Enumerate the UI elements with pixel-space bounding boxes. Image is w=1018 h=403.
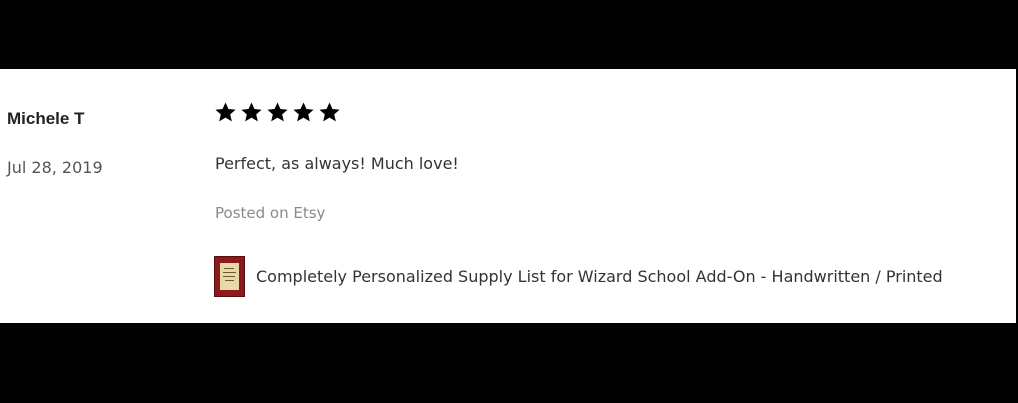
star-icon (240, 101, 263, 124)
review-date: Jul 28, 2019 (7, 158, 103, 177)
product-thumbnail[interactable] (214, 256, 245, 297)
star-icon (318, 101, 341, 124)
product-thumbnail-paper (220, 263, 239, 290)
reviewer-name: Michele T (7, 109, 85, 128)
star-icon (214, 101, 237, 124)
star-rating (214, 101, 341, 124)
product-link[interactable]: Completely Personalized Supply List for … (214, 256, 943, 297)
product-title[interactable]: Completely Personalized Supply List for … (256, 267, 943, 286)
review-card: Michele T Jul 28, 2019 Perfect, as alway… (0, 69, 1016, 323)
screenshot-frame: Michele T Jul 28, 2019 Perfect, as alway… (0, 0, 1018, 403)
review-source: Posted on Etsy (215, 204, 326, 222)
star-icon (266, 101, 289, 124)
star-icon (292, 101, 315, 124)
review-text: Perfect, as always! Much love! (215, 154, 459, 173)
